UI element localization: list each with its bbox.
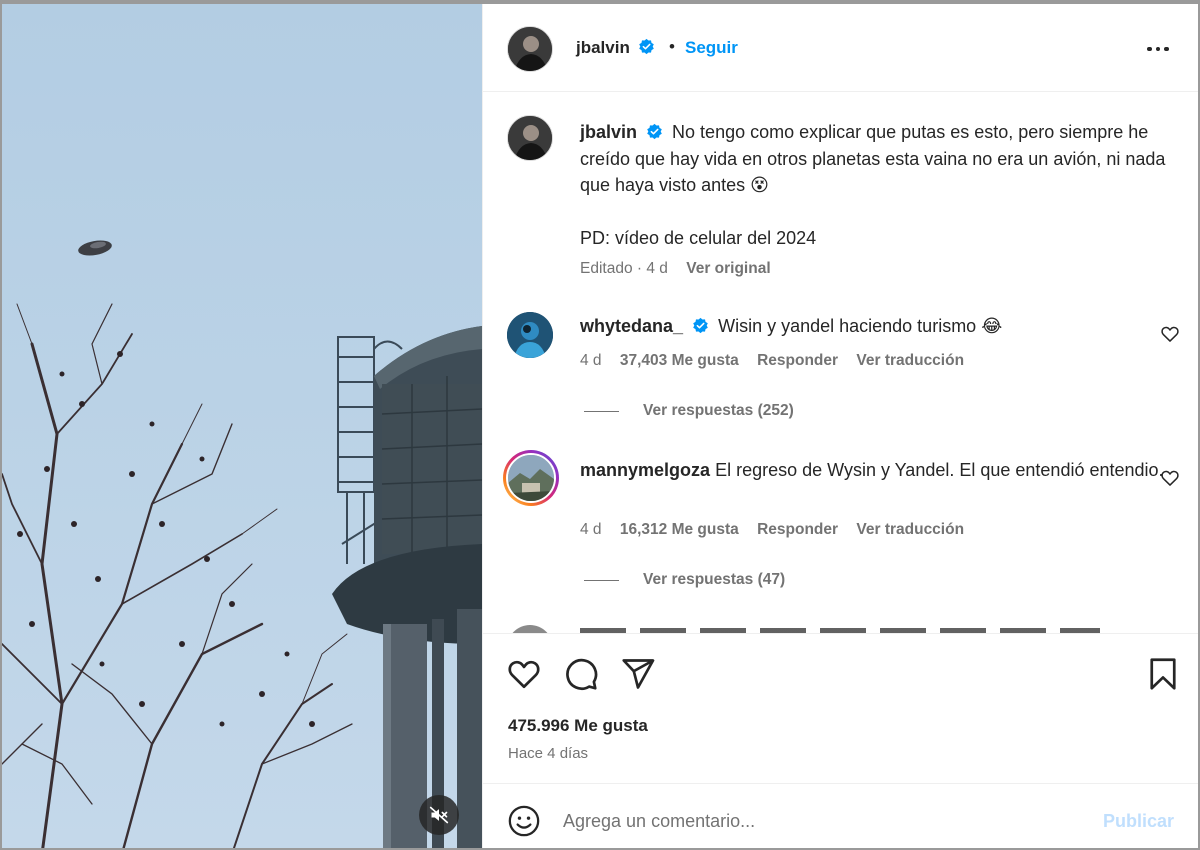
caption-author-avatar[interactable]	[507, 115, 553, 161]
comment-emoji: 😂	[981, 316, 1003, 336]
mute-toggle-button[interactable]	[419, 795, 459, 835]
likes-count[interactable]: 475.996 Me gusta	[508, 716, 648, 736]
view-replies-label: Ver respuestas (47)	[643, 571, 786, 588]
more-options-icon[interactable]	[1147, 40, 1171, 58]
comment-text: Wisin y yandel haciendo turismo	[718, 316, 977, 336]
comment-username[interactable]: whytedana_	[580, 316, 683, 336]
caption-postscript: PD: vídeo de celular del 2024	[580, 227, 817, 248]
comment-time: 4 d	[580, 352, 602, 369]
reply-button[interactable]: Responder	[757, 521, 838, 538]
translate-button[interactable]: Ver traducción	[856, 521, 964, 538]
comment-time: 4 d	[580, 521, 602, 538]
share-icon[interactable]	[620, 656, 656, 692]
commenter-avatar[interactable]	[507, 312, 553, 358]
comment-meta: 4 d 37,403 Me gusta Responder Ver traduc…	[580, 352, 978, 370]
comment-username[interactable]: mannymelgoza	[580, 460, 710, 480]
commenter-avatar-story-ring[interactable]	[503, 450, 559, 506]
view-replies-button[interactable]: Ver respuestas (252)	[584, 402, 794, 420]
verified-badge-icon	[693, 317, 708, 334]
comment-likes[interactable]: 37,403 Me gusta	[620, 352, 739, 369]
heart-icon[interactable]	[506, 656, 542, 692]
header-separator: •	[669, 37, 675, 56]
muted-speaker-icon	[429, 806, 449, 824]
bare-tree	[2, 303, 353, 848]
reply-button[interactable]: Responder	[757, 352, 838, 369]
instagram-post-window: jbalvin • Seguir jbalvin No tengo como e…	[0, 0, 1200, 850]
caption-emoji: 😵	[750, 175, 769, 195]
post-header: jbalvin • Seguir	[483, 4, 1198, 92]
post-caption: jbalvin No tengo como explicar que putas…	[580, 119, 1170, 251]
see-original-button[interactable]: Ver original	[686, 260, 770, 277]
author-username[interactable]: jbalvin	[576, 38, 630, 57]
commenter-avatar[interactable]	[507, 625, 553, 633]
post-actions: 475.996 Me gusta Hace 4 días	[483, 633, 1198, 783]
heart-icon[interactable]	[1160, 324, 1180, 344]
video-frame	[2, 240, 482, 848]
comment-icon[interactable]	[563, 656, 599, 692]
verified-badge-icon	[647, 123, 662, 140]
follow-button[interactable]: Seguir	[685, 38, 738, 58]
comment-likes[interactable]: 16,312 Me gusta	[620, 521, 739, 538]
caption-edited: Editado · 4 d	[580, 260, 668, 277]
emoji-icon[interactable]	[507, 804, 541, 838]
comment-2: mannymelgoza El regreso de Wysin y Yande…	[580, 457, 1170, 484]
publish-button[interactable]: Publicar	[1103, 811, 1174, 832]
view-replies-label: Ver respuestas (252)	[643, 402, 794, 419]
caption-username[interactable]: jbalvin	[580, 122, 637, 142]
caption-meta: Editado · 4 d Ver original	[580, 260, 785, 278]
view-replies-button[interactable]: Ver respuestas (47)	[584, 571, 785, 589]
translate-button[interactable]: Ver traducción	[856, 352, 964, 369]
comment-meta: 4 d 16,312 Me gusta Responder Ver traduc…	[580, 521, 978, 539]
verified-badge-icon	[639, 38, 655, 55]
post-timestamp: Hace 4 días	[508, 745, 589, 762]
heart-icon[interactable]	[1160, 468, 1180, 488]
water-tower	[332, 326, 482, 848]
bookmark-icon[interactable]	[1145, 656, 1181, 692]
comment-text: El regreso de Wysin y Yandel. El que ent…	[715, 460, 1164, 480]
comment-composer: Publicar	[483, 783, 1198, 848]
post-details-panel: jbalvin • Seguir jbalvin No tengo como e…	[482, 4, 1198, 848]
comment-input[interactable]	[563, 807, 1083, 835]
tree-buds	[17, 351, 315, 727]
author-avatar[interactable]	[507, 26, 553, 72]
caption-text: No tengo como explicar que putas es esto…	[580, 122, 1166, 195]
post-video[interactable]	[2, 4, 482, 848]
comment-1: whytedana_ Wisin y yandel haciendo turis…	[580, 313, 1170, 340]
comments-list[interactable]: jbalvin No tengo como explicar que putas…	[483, 93, 1198, 633]
